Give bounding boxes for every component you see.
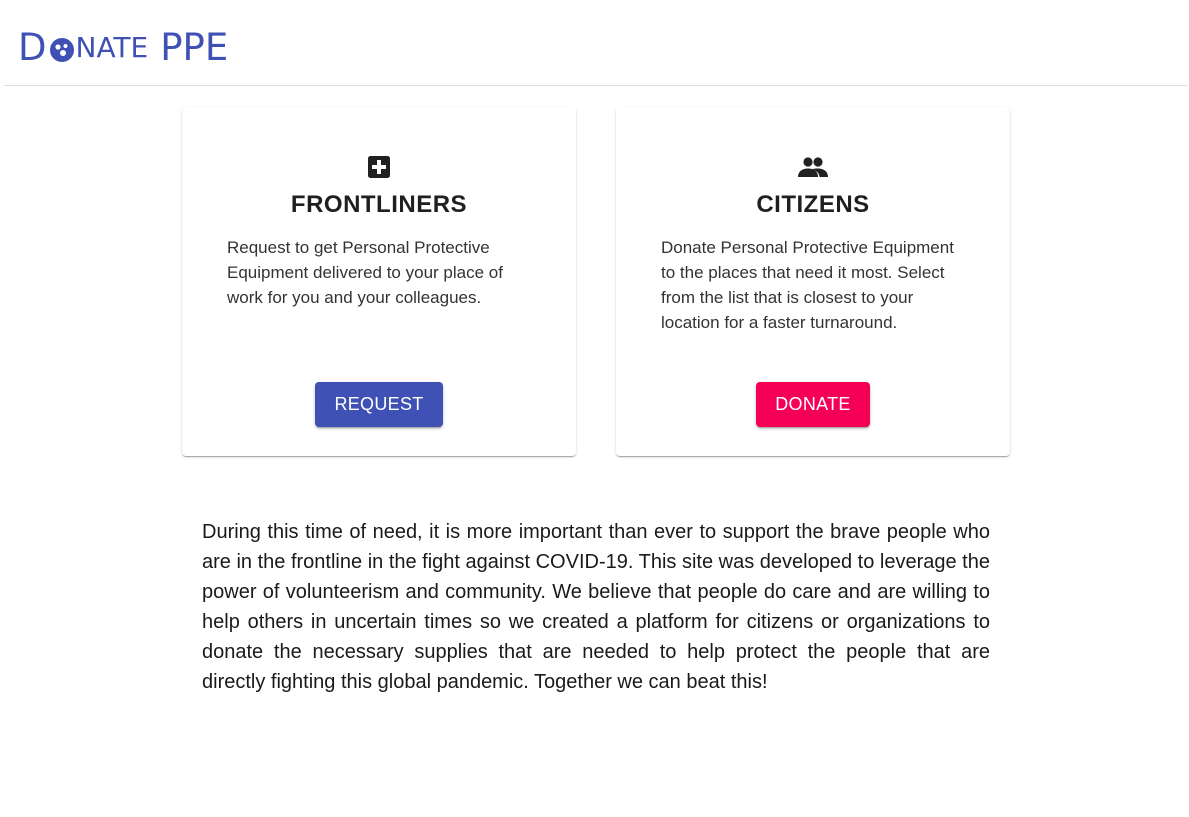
brand-logo[interactable]: D NATE PPE	[18, 26, 228, 70]
frontliners-card: FRONTLINERS Request to get Personal Prot…	[182, 107, 576, 456]
card-description: Request to get Personal Protective Equip…	[227, 238, 503, 307]
medical-plus-icon	[182, 153, 576, 181]
card-description: Donate Personal Protective Equipment to …	[661, 238, 954, 332]
citizens-card: CITIZENS Donate Personal Protective Equi…	[616, 107, 1010, 456]
donate-button[interactable]: DONATE	[756, 382, 870, 427]
logo-ppe: PPE	[160, 26, 229, 69]
card-title: CITIZENS	[756, 191, 870, 218]
about-paragraph: During this time of need, it is more imp…	[202, 521, 990, 693]
people-icon	[616, 153, 1010, 181]
logo-word: NATE	[75, 31, 149, 64]
face-mask-icon	[49, 37, 75, 63]
request-button[interactable]: REQUEST	[315, 382, 443, 427]
card-title: FRONTLINERS	[290, 191, 468, 218]
app-header: D NATE PPE	[4, 0, 1187, 86]
logo-letter-d: D	[18, 26, 47, 69]
